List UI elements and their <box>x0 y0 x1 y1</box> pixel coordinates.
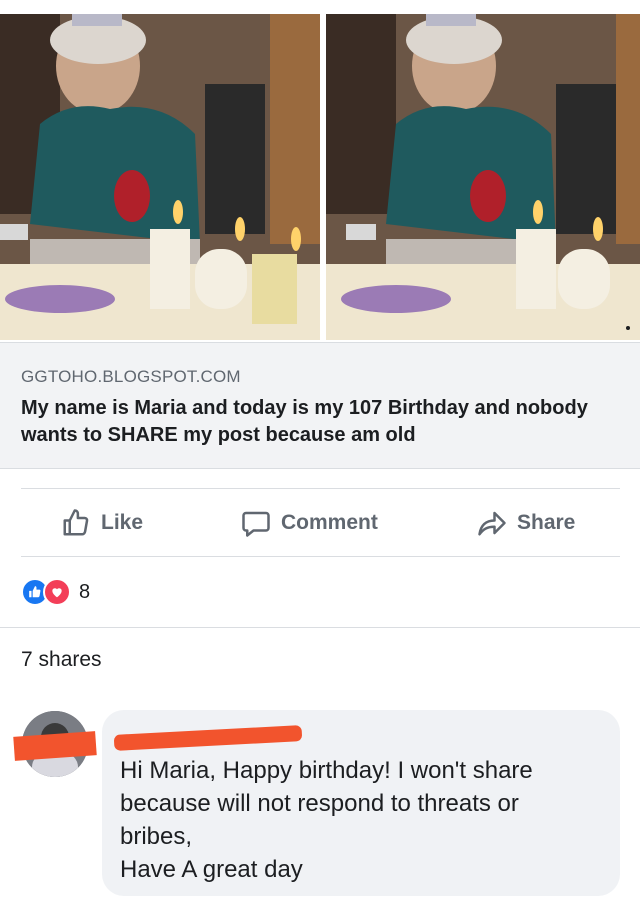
comment-bubble[interactable]: Hi Maria, Happy birthday! I won't share … <box>102 710 620 896</box>
birthday-photo-right[interactable] <box>326 14 640 340</box>
link-preview[interactable]: GGTOHO.BLOGSPOT.COM My name is Maria and… <box>0 342 640 469</box>
post-action-bar: Like Comment Share <box>21 488 620 557</box>
like-label: Like <box>101 510 144 534</box>
shares-count[interactable]: 7 shares <box>21 648 102 672</box>
love-icon <box>43 578 71 606</box>
comment-bubble-icon <box>242 511 270 537</box>
share-arrow-icon <box>478 511 506 535</box>
share-button[interactable]: Share <box>477 489 575 556</box>
comment-label: Comment <box>281 510 378 534</box>
divider <box>0 627 640 628</box>
share-label: Share <box>517 510 576 534</box>
comment-button[interactable]: Comment <box>241 489 378 556</box>
reaction-count: 8 <box>79 580 91 603</box>
birthday-photo-left[interactable] <box>0 14 320 340</box>
reaction-summary[interactable]: 8 <box>21 576 90 608</box>
like-button[interactable]: Like <box>61 489 143 556</box>
more-options-icon[interactable] <box>626 326 630 330</box>
post-photos <box>0 0 640 342</box>
comment-text: Hi Maria, Happy birthday! I won't share … <box>120 757 533 883</box>
author-name-redaction <box>113 725 303 751</box>
link-title: My name is Maria and today is my 107 Bir… <box>21 397 588 446</box>
thumbs-up-icon <box>63 508 89 535</box>
link-domain: GGTOHO.BLOGSPOT.COM <box>21 367 241 386</box>
